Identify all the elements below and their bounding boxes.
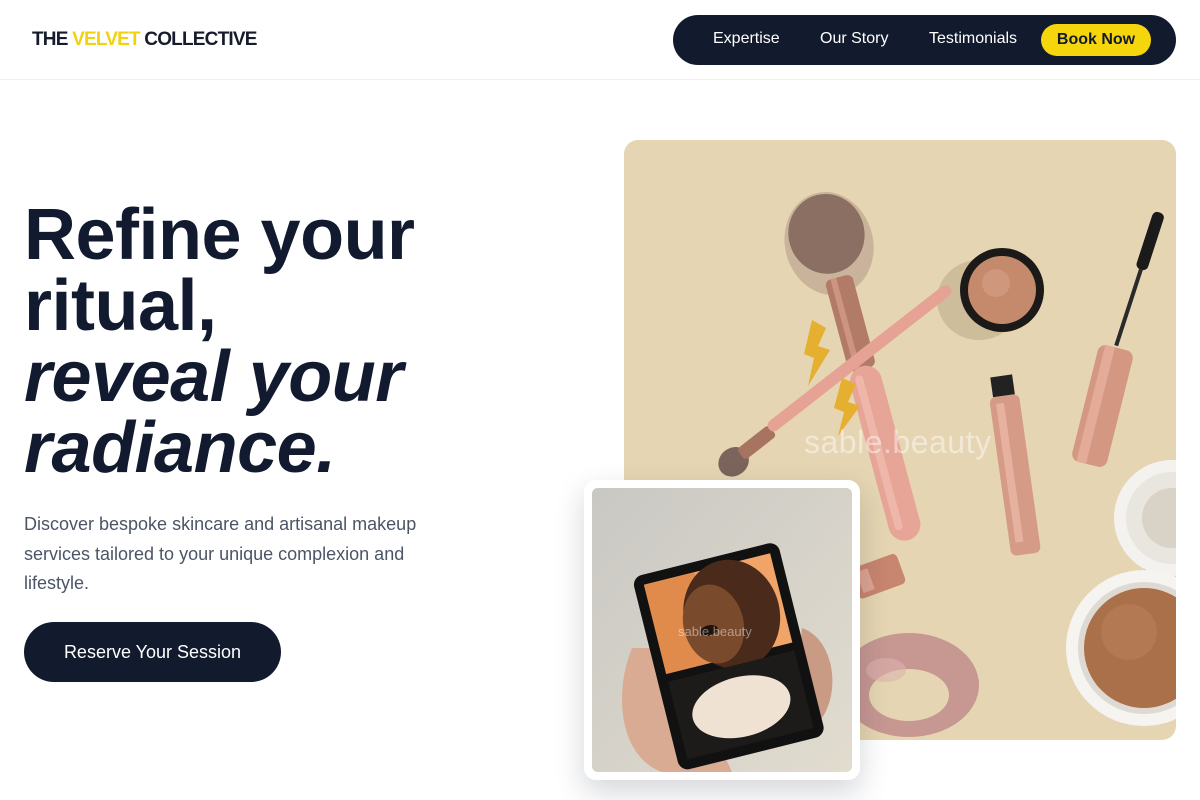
logo-suffix: COLLECTIVE [139, 29, 257, 50]
main-image-watermark: sable.beauty [804, 424, 992, 460]
mirror-photo-card: sable.beauty [584, 480, 860, 780]
nav-link-expertise[interactable]: Expertise [713, 30, 780, 48]
powder-compact-bottom [1066, 570, 1176, 726]
mirror-photo: sable.beauty [592, 488, 852, 772]
book-now-button[interactable]: Book Now [1041, 24, 1151, 56]
cream-pot [960, 248, 1044, 332]
mirror-photo-watermark: sable.beauty [678, 624, 752, 639]
mascara-tube [1072, 344, 1133, 467]
hero-description: Discover bespoke skincare and artisanal … [24, 514, 417, 593]
nav-link-testimonials[interactable]: Testimonials [929, 30, 1017, 48]
headline-line-1: Refine your [24, 195, 415, 275]
logo-prefix: THE [32, 29, 73, 50]
headline-line-3: reveal your [24, 337, 403, 417]
headline-line-4: radiance. [24, 408, 336, 488]
mascara-wand [1114, 211, 1164, 347]
logo-accent: VELVET [72, 29, 140, 50]
reserve-session-button[interactable]: Reserve Your Session [24, 622, 281, 682]
main-nav: Expertise Our Story Testimonials Book No… [673, 15, 1176, 65]
hero-headline: Refine your ritual, reveal your radiance… [24, 195, 544, 488]
site-header: THE VELVET COLLECTIVE Expertise Our Stor… [0, 0, 1200, 80]
velvet-scrunchie [839, 633, 979, 737]
nav-link-our-story[interactable]: Our Story [820, 30, 888, 48]
powder-compact-top [1114, 460, 1176, 576]
headline-line-2: ritual, [24, 266, 217, 346]
lipstick-tube [989, 374, 1041, 556]
brand-logo[interactable]: THE VELVET COLLECTIVE [32, 29, 257, 51]
